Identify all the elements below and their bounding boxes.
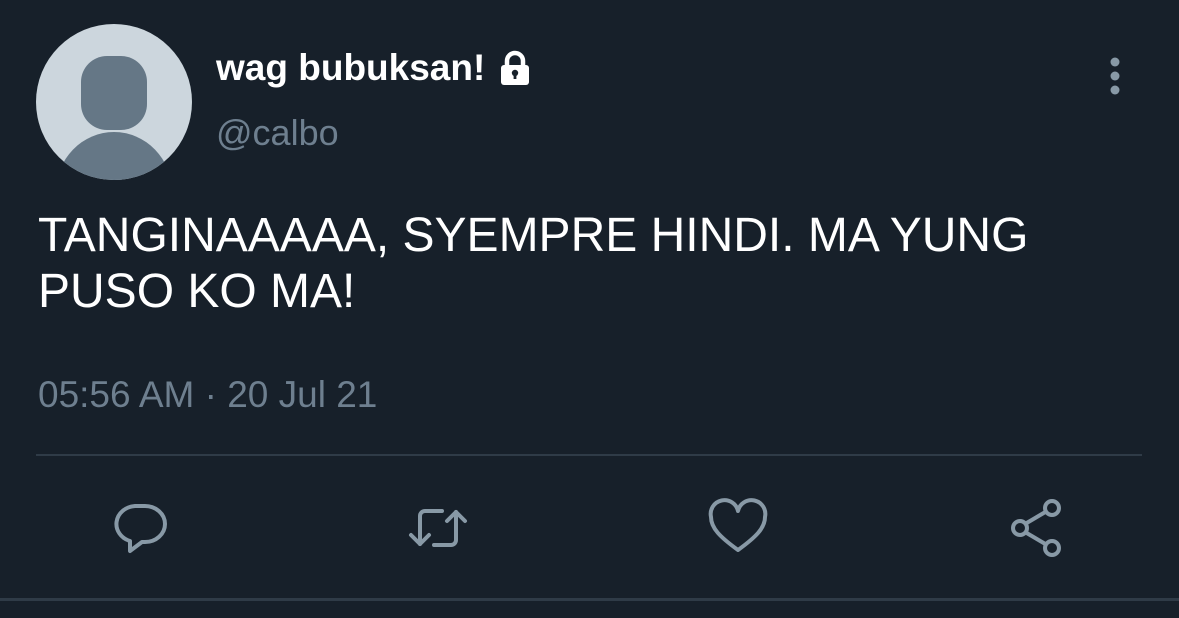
tweet-timestamp[interactable]: 05:56 AM · 20 Jul 21 <box>38 374 377 416</box>
heart-icon <box>708 498 768 552</box>
speech-bubble-icon <box>114 504 167 553</box>
bottom-divider <box>0 598 1179 601</box>
like-button[interactable] <box>708 498 768 558</box>
more-options-button[interactable] <box>1094 52 1136 100</box>
default-avatar-icon <box>57 56 171 180</box>
tweet-text: TANGINAAAAA, SYEMPRE HINDI. MA YUNG PUSO… <box>38 209 1029 318</box>
share-button[interactable] <box>1006 498 1066 558</box>
display-name-text: wag bubuksan! <box>216 47 486 88</box>
divider <box>36 454 1142 456</box>
retweet-arrows-icon <box>409 509 467 547</box>
share-icon <box>1011 499 1061 557</box>
more-vertical-icon <box>1110 57 1120 95</box>
display-name[interactable]: wag bubuksan! <box>216 46 535 90</box>
reply-button[interactable] <box>110 498 170 558</box>
lock-icon <box>495 48 535 88</box>
user-handle[interactable]: @calbo <box>216 112 339 154</box>
retweet-button[interactable] <box>408 498 468 558</box>
avatar[interactable] <box>36 24 192 180</box>
